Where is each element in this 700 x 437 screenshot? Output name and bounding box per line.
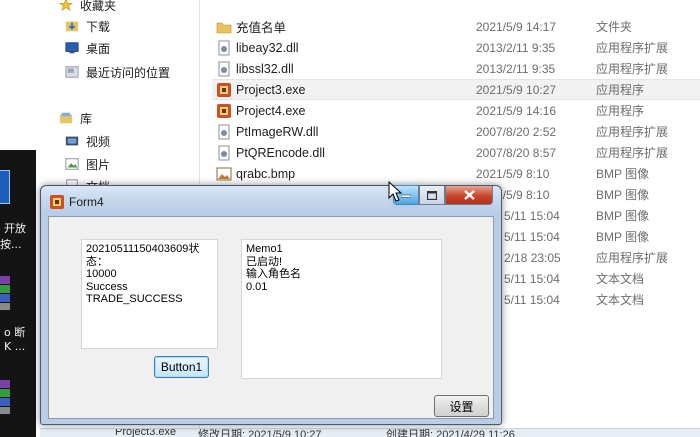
file-type: BMP 图像 (596, 209, 650, 223)
video-icon (65, 136, 79, 146)
file-name: libssl32.dll (236, 61, 294, 76)
file-type: 应用程序扩展 (596, 251, 669, 265)
close-icon (463, 190, 475, 200)
file-date: 2021/5/9 14:16 (476, 103, 557, 118)
file-type: BMP 图像 (596, 167, 650, 181)
file-date: 2021/5/9 8:10 (476, 166, 550, 181)
file-date: 5/11 15:04 (504, 271, 560, 286)
dll-icon (216, 124, 232, 140)
dll-icon (216, 40, 232, 56)
details-pane: Project3.exe 修改日期: 2021/5/9 10:27 创建日期: … (40, 428, 700, 437)
mouse-cursor-icon (388, 181, 402, 202)
file-row[interactable]: libssl32.dll 2013/2/11 9:35 应用程序扩展 (212, 58, 700, 79)
download-folder-icon (65, 21, 79, 32)
nav-label: 收藏夹 (80, 0, 117, 13)
file-row[interactable]: libeay32.dll 2013/2/11 9:35 应用程序扩展 (212, 37, 700, 58)
nav-item-favorites[interactable]: 收藏夹 (58, 0, 116, 15)
file-type: 应用程序扩展 (596, 125, 669, 139)
file-type: 应用程序 (596, 104, 645, 118)
nav-label: 图片 (86, 157, 111, 172)
bmp-icon (216, 166, 232, 182)
nav-label: 下载 (86, 19, 111, 34)
nav-item-pictures[interactable]: 图片 (64, 154, 110, 174)
dll-icon (216, 61, 232, 77)
file-date: 5/11 15:04 (504, 229, 560, 244)
picture-icon (65, 158, 79, 170)
details-filename: Project3.exe (115, 428, 177, 437)
nav-item-downloads[interactable]: 下载 (64, 16, 110, 36)
nav-item-recent[interactable]: 最近访问的位置 (64, 62, 170, 82)
file-name: qrabc.bmp (236, 166, 296, 181)
file-name: Project3.exe (236, 82, 306, 97)
maximize-icon (427, 190, 437, 200)
file-row[interactable]: PtImageRW.dll 2007/8/20 2:52 应用程序扩展 (212, 121, 700, 142)
file-date: 2007/8/20 8:57 (476, 145, 557, 160)
close-button[interactable] (445, 186, 493, 205)
exe-icon (216, 82, 232, 98)
file-type: BMP 图像 (596, 230, 650, 244)
form4-window: Form4 20210511150403609状态： 10000 Success… (40, 185, 502, 425)
form-client-area: 20210511150403609状态： 10000 Success TRADE… (48, 216, 494, 419)
desktop-icon (65, 42, 79, 54)
file-row[interactable]: 充值名单 2021/5/9 14:17 文件夹 (212, 16, 700, 37)
form-titlebar[interactable]: Form4 (41, 186, 501, 216)
file-type: 应用程序扩展 (596, 41, 669, 55)
folder-icon (216, 19, 232, 35)
status-memo[interactable]: 20210511150403609状态： 10000 Success TRADE… (81, 239, 218, 349)
form-title: Form4 (69, 195, 104, 209)
file-row[interactable]: Project3.exe 2021/5/9 10:27 应用程序 (212, 79, 700, 100)
file-name: 充值名单 (236, 21, 287, 35)
file-date: 2021/5/9 14:17 (476, 19, 557, 34)
file-date: 2007/8/20 2:52 (476, 124, 557, 139)
file-name: PtImageRW.dll (236, 124, 319, 139)
delphi-app-icon (50, 195, 64, 209)
details-created: 创建日期: 2021/4/29 11:26 (386, 429, 515, 437)
file-type: 应用程序扩展 (596, 62, 669, 76)
desktop-winrar-icon[interactable] (0, 276, 10, 310)
file-date: 2013/2/11 9:35 (476, 61, 556, 76)
nav-label: 视频 (86, 134, 111, 149)
desktop-label: 开放 (4, 222, 26, 235)
desktop-label: K ... (4, 340, 26, 353)
file-date: 5/11 15:04 (504, 292, 560, 307)
file-date: 2/18 23:05 (504, 250, 561, 265)
desktop-app-icon[interactable] (0, 170, 10, 204)
memo1[interactable]: Memo1 已启动! 输入角色名 0.01 (241, 239, 442, 379)
file-name: Project4.exe (236, 103, 306, 118)
nav-label: 库 (80, 111, 93, 126)
nav-item-desktop[interactable]: 桌面 (64, 38, 110, 58)
file-type: 应用程序扩展 (596, 146, 669, 160)
file-row[interactable]: qrabc.bmp 2021/5/9 8:10 BMP 图像 (212, 163, 700, 184)
file-name: libeay32.dll (236, 40, 299, 55)
file-type: 应用程序 (596, 83, 645, 97)
file-type: 文本文档 (596, 272, 645, 286)
file-type: 文件夹 (596, 20, 633, 34)
maximize-button[interactable] (419, 186, 445, 205)
file-date: 2021/5/9 10:27 (476, 82, 557, 97)
file-date: 2013/2/11 9:35 (476, 40, 556, 55)
desktop-winrar-icon[interactable] (0, 380, 10, 414)
exe-icon (216, 103, 232, 119)
library-icon (59, 112, 73, 124)
file-name: PtQREncode.dll (236, 145, 325, 160)
details-modified: 修改日期: 2021/5/9 10:27 (198, 429, 322, 437)
star-icon (59, 0, 73, 11)
file-date: 5/11 15:04 (504, 208, 560, 223)
desktop-label: o 断 (4, 326, 26, 339)
file-type: 文本文档 (596, 293, 645, 307)
dll-icon (216, 145, 232, 161)
nav-label: 最近访问的位置 (86, 65, 171, 80)
nav-label: 桌面 (86, 41, 111, 56)
file-row[interactable]: PtQREncode.dll 2007/8/20 8:57 应用程序扩展 (212, 142, 700, 163)
nav-item-libraries[interactable]: 库 (58, 108, 92, 128)
button1[interactable]: Button1 (154, 356, 209, 378)
minimize-icon (401, 194, 411, 198)
desktop-label: 按... (0, 238, 22, 251)
settings-button[interactable]: 设置 (434, 395, 489, 417)
file-row[interactable]: Project4.exe 2021/5/9 14:16 应用程序 (212, 100, 700, 121)
file-type: BMP 图像 (596, 188, 650, 202)
recent-places-icon (65, 66, 79, 78)
nav-item-videos[interactable]: 视频 (64, 131, 110, 151)
desktop-strip: 开放 按... o 断 K ... (0, 0, 40, 437)
